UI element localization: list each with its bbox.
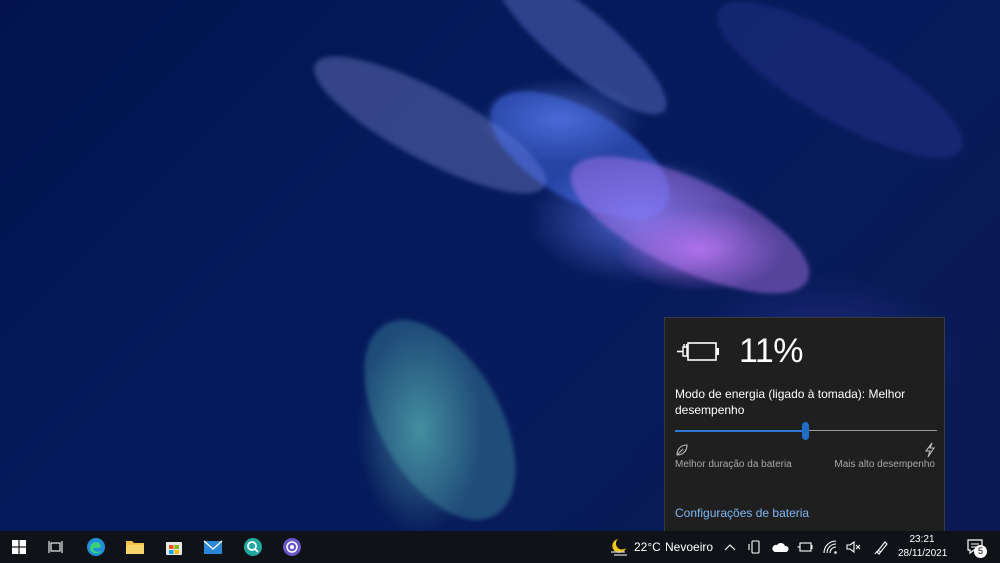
mail-icon — [203, 540, 223, 554]
best-battery-label: Melhor duração da bateria — [675, 459, 792, 470]
slider-track-filled — [675, 430, 806, 432]
pen-icon[interactable] — [874, 539, 890, 555]
battery-settings-link[interactable]: Configurações de bateria — [675, 506, 809, 520]
wallpaper-streak — [333, 294, 547, 531]
battery-percentage: 11% — [739, 332, 804, 370]
edge-icon — [87, 538, 105, 556]
search-app-button[interactable] — [234, 531, 272, 563]
slider-thumb[interactable] — [802, 422, 809, 440]
onedrive-cloud-icon[interactable] — [771, 541, 789, 553]
start-button[interactable] — [0, 531, 38, 563]
store-icon — [166, 542, 182, 555]
battery-header: 11% — [675, 332, 804, 371]
task-view-button[interactable] — [37, 531, 75, 563]
wallpaper-streak — [698, 0, 982, 185]
weather-description[interactable]: Nevoeiro — [665, 531, 713, 563]
wallpaper-streak — [553, 129, 827, 321]
windows-start-icon — [12, 540, 26, 554]
taskbar: 22°C Nevoeiro 23:21 28/11/2021 — [0, 531, 1000, 563]
search-app-icon — [244, 538, 262, 556]
clock-date: 28/11/2021 — [898, 548, 948, 559]
speaker-muted-icon[interactable] — [846, 540, 862, 554]
clock[interactable]: 23:21 28/11/2021 — [898, 533, 948, 561]
lightning-icon — [924, 442, 936, 458]
power-mode-slider[interactable] — [675, 422, 937, 440]
mail-button[interactable] — [194, 531, 232, 563]
file-explorer-button[interactable] — [116, 531, 154, 563]
best-performance-label: Mais alto desempenho — [834, 459, 935, 470]
weather-temperature[interactable]: 22°C — [634, 531, 661, 563]
battery-charging-icon — [677, 341, 719, 361]
battery-tray-icon[interactable] — [797, 541, 813, 553]
screen-recorder-icon — [283, 538, 301, 556]
weather-night-fog-icon — [611, 539, 627, 556]
folder-icon — [126, 541, 144, 554]
edge-button[interactable] — [77, 531, 115, 563]
slider-track — [806, 430, 937, 431]
screen-recorder-button[interactable] — [273, 531, 311, 563]
battery-flyout: 11% Modo de energia (ligado à tomada): M… — [664, 317, 945, 531]
wifi-icon[interactable] — [823, 540, 839, 554]
power-mode-label: Modo de energia (ligado à tomada): Melho… — [675, 387, 906, 417]
task-view-icon — [48, 541, 63, 553]
notification-count-badge: 5 — [974, 545, 987, 558]
store-button[interactable] — [155, 531, 193, 563]
phone-link-icon[interactable] — [748, 539, 762, 555]
clock-time: 23:21 — [909, 534, 935, 545]
chevron-up-icon[interactable] — [724, 542, 736, 552]
leaf-icon — [676, 444, 688, 456]
